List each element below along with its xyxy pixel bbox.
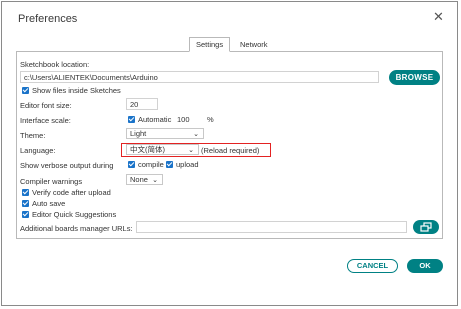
tab-settings[interactable]: Settings bbox=[189, 37, 231, 52]
quick-suggestions-checkbox[interactable] bbox=[22, 211, 29, 218]
ok-button[interactable]: OK bbox=[407, 259, 443, 273]
verbose-output-label: Show verbose output during bbox=[20, 161, 114, 170]
reload-required-note: (Reload required) bbox=[201, 146, 260, 155]
auto-save-label: Auto save bbox=[32, 199, 66, 208]
compiler-warnings-value: None bbox=[130, 175, 148, 184]
theme-value: Light bbox=[130, 129, 147, 138]
compile-checkbox[interactable] bbox=[128, 161, 135, 168]
dialog-title: Preferences bbox=[18, 13, 78, 25]
theme-label: Theme: bbox=[20, 131, 46, 140]
theme-select[interactable]: Light ⌄ bbox=[126, 128, 204, 139]
browse-button[interactable]: BROWSE bbox=[389, 70, 440, 85]
sketchbook-path-input[interactable]: c:\Users\ALIENTEK\Documents\Arduino bbox=[20, 71, 379, 83]
chevron-down-icon: ⌄ bbox=[193, 131, 199, 138]
boards-manager-input[interactable] bbox=[136, 221, 407, 233]
upload-checkbox[interactable] bbox=[166, 161, 173, 168]
open-window-icon bbox=[420, 222, 432, 232]
auto-save-checkbox[interactable] bbox=[22, 200, 29, 207]
language-select[interactable]: 中文(简体) ⌄ bbox=[126, 144, 199, 155]
interface-scale-input[interactable]: 100 bbox=[173, 113, 201, 125]
language-value: 中文(简体) bbox=[130, 145, 165, 154]
close-icon[interactable]: ✕ bbox=[433, 10, 444, 24]
verify-after-upload-checkbox[interactable] bbox=[22, 189, 29, 196]
cancel-button[interactable]: CANCEL bbox=[347, 259, 398, 273]
compile-label: compile bbox=[138, 160, 164, 169]
quick-suggestions-label: Editor Quick Suggestions bbox=[32, 210, 117, 219]
automatic-scale-label: Automatic bbox=[138, 115, 172, 124]
chevron-down-icon: ⌄ bbox=[188, 147, 194, 154]
upload-label: upload bbox=[176, 160, 199, 169]
compiler-warnings-label: Compiler warnings bbox=[20, 177, 83, 186]
boards-manager-label: Additional boards manager URLs: bbox=[20, 224, 133, 233]
show-files-label: Show files inside Sketches bbox=[32, 86, 121, 95]
chevron-down-icon: ⌄ bbox=[152, 177, 158, 184]
tab-network[interactable]: Network bbox=[234, 38, 274, 51]
compiler-warnings-select[interactable]: None ⌄ bbox=[126, 174, 163, 185]
interface-scale-label: Interface scale: bbox=[20, 116, 71, 125]
automatic-scale-checkbox[interactable] bbox=[128, 116, 135, 123]
editor-font-size-input[interactable]: 20 bbox=[126, 98, 158, 110]
sketchbook-location-label: Sketchbook location: bbox=[20, 60, 90, 69]
verify-after-upload-label: Verify code after upload bbox=[32, 188, 111, 197]
language-label: Language: bbox=[20, 146, 56, 155]
editor-font-size-label: Editor font size: bbox=[20, 101, 72, 110]
show-files-checkbox[interactable] bbox=[22, 87, 29, 94]
open-window-button[interactable] bbox=[413, 220, 439, 234]
interface-scale-unit: % bbox=[207, 115, 214, 124]
